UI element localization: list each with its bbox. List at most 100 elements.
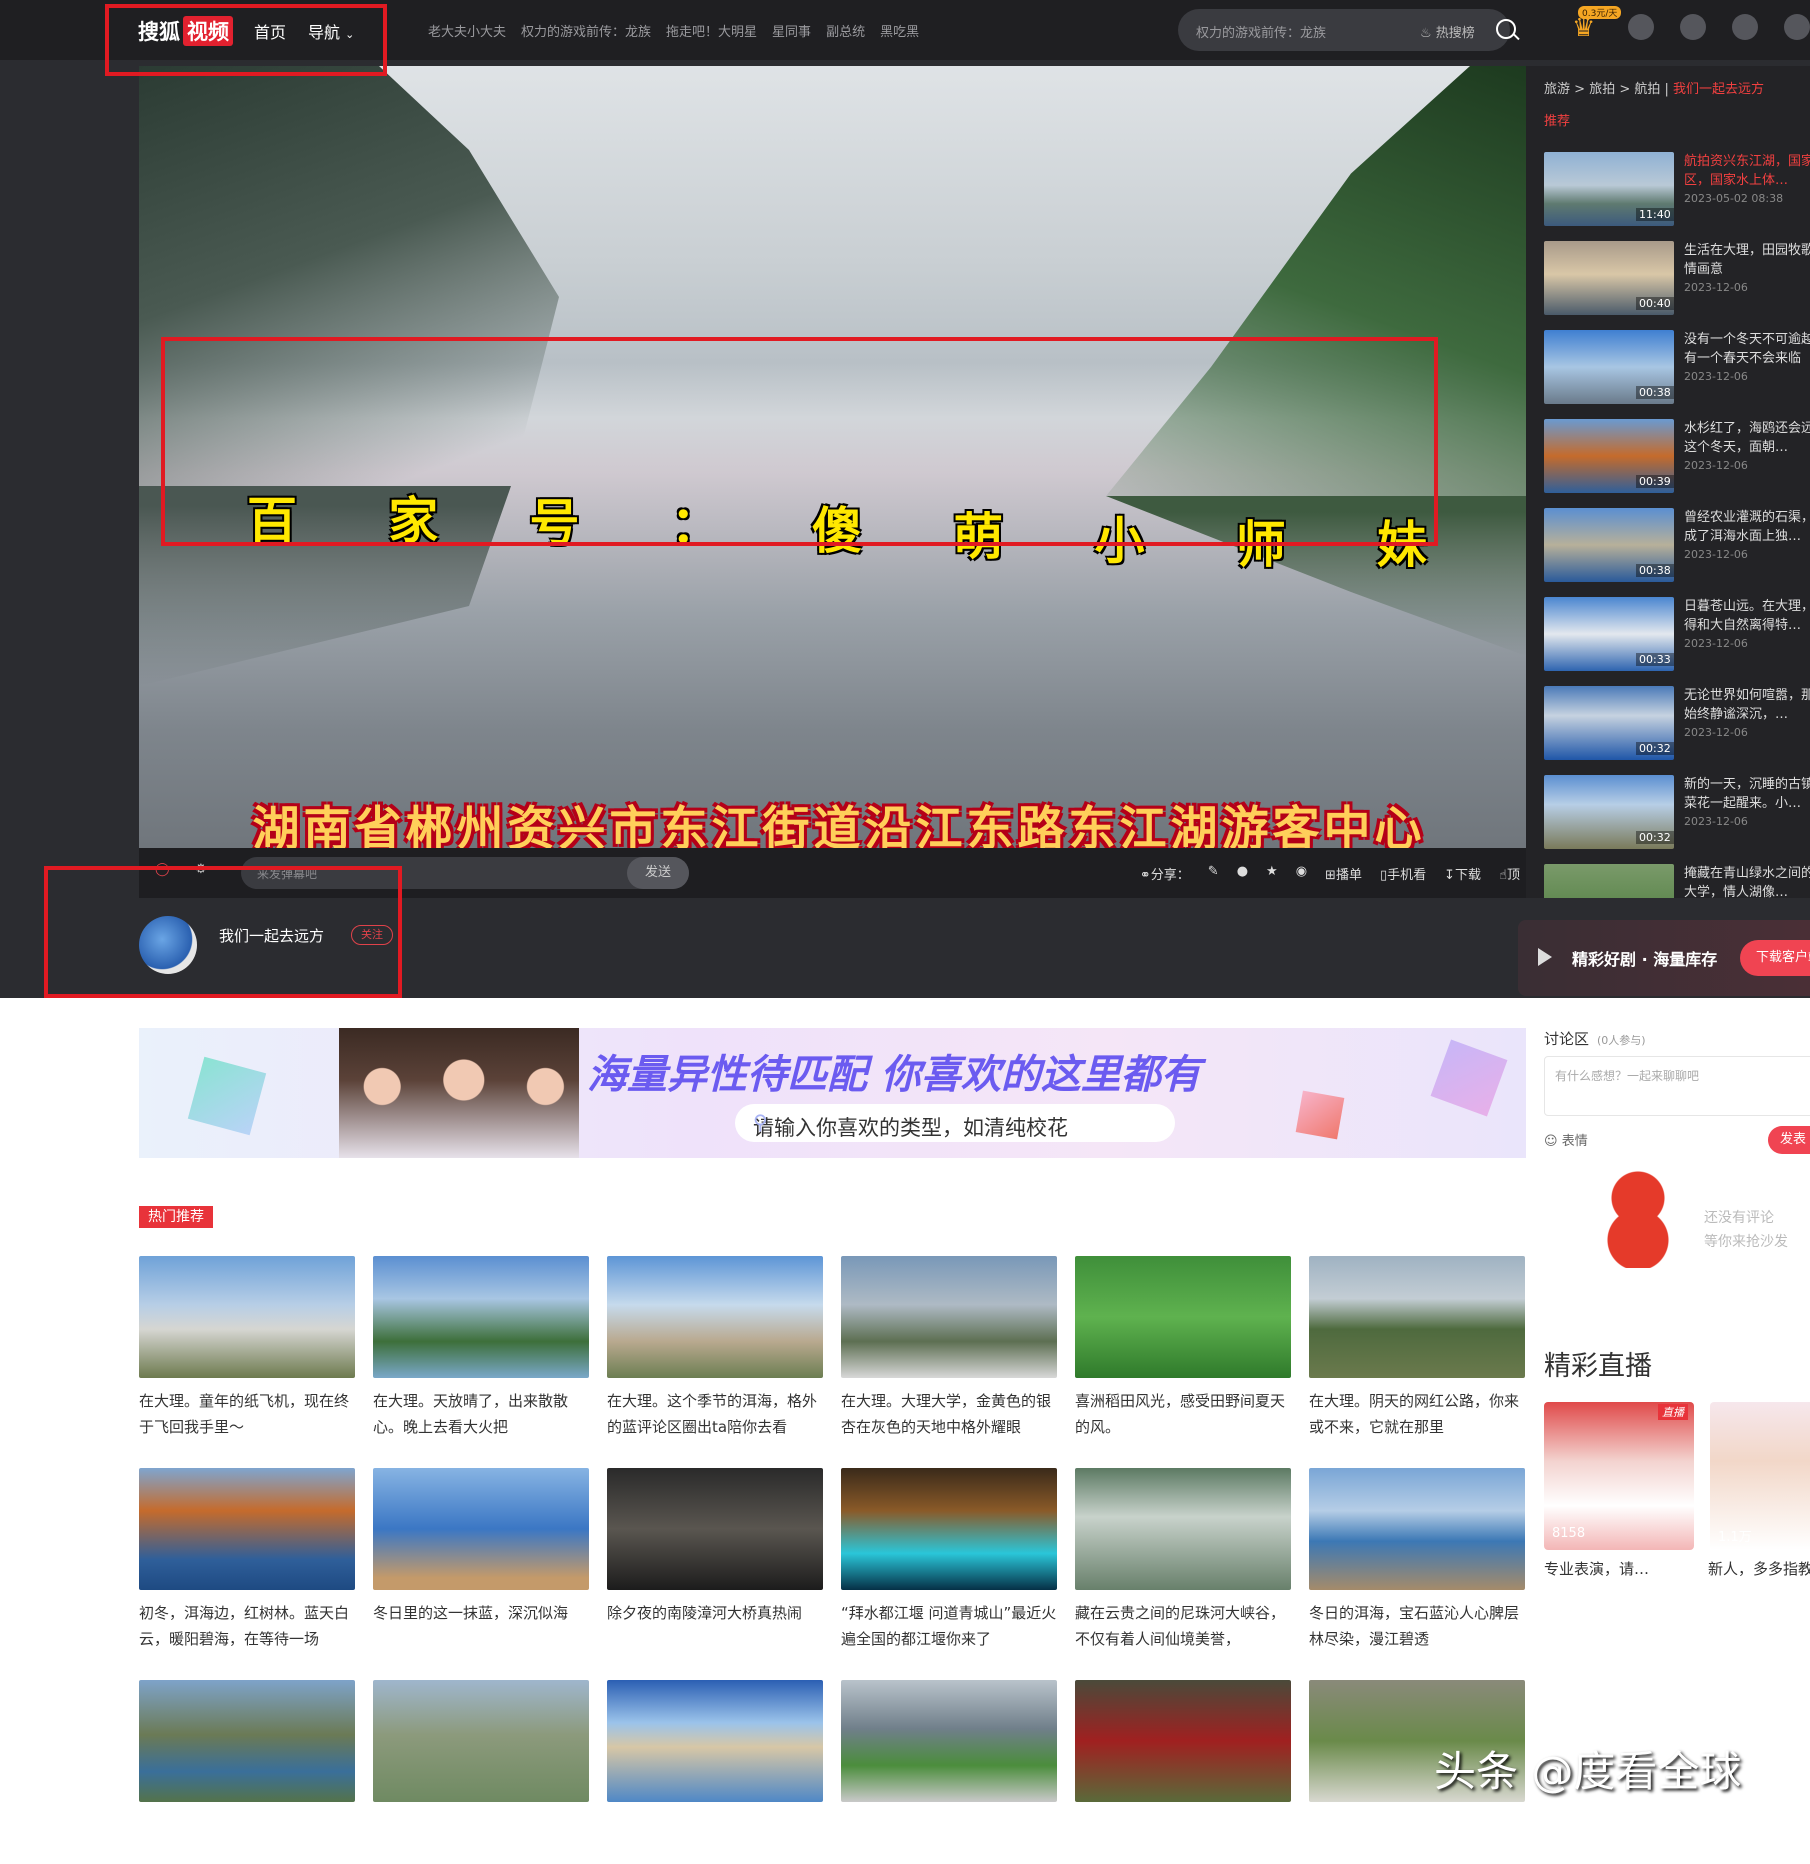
breadcrumb-item[interactable]: 旅游 — [1544, 82, 1570, 97]
list-item-date: 2023-12-06 — [1684, 637, 1748, 650]
wechat-icon[interactable]: ✎ — [1208, 864, 1219, 883]
video-card-title: 在大理。阴天的网红公路，你来或不来，它就在那里 — [1309, 1392, 1520, 1436]
video-card[interactable] — [841, 1680, 1057, 1864]
hot-link[interactable]: 老大夫小大夫 — [428, 21, 506, 40]
duration-badge: 00:40 — [1636, 297, 1674, 310]
live-caption[interactable]: 新人，多多指教 — [1708, 1558, 1810, 1579]
banner-search[interactable]: 请输入你喜欢的类型，如清纯校花 ⚲ — [735, 1104, 1175, 1142]
video-card[interactable] — [139, 1680, 355, 1864]
live-card[interactable]: 1.1万 — [1710, 1402, 1810, 1550]
thumbs-up-icon: ☝ — [1499, 868, 1507, 883]
video-thumbnail — [607, 1256, 823, 1378]
search-icon[interactable] — [1496, 19, 1516, 39]
video-card[interactable]: 冬日的洱海，宝石蓝沁人心脾层林尽染，漫江碧透 — [1309, 1468, 1525, 1652]
emoji-button[interactable]: ☺ 表情 — [1544, 1130, 1588, 1149]
publish-button[interactable]: 发表 — [1768, 1126, 1810, 1154]
hot-link[interactable]: 拖走吧！大明星 — [666, 21, 757, 40]
list-item[interactable]: 00:39 水杉红了，海鸥还会远吗？这个冬天，面朝… 2023-12-06 — [1544, 419, 1810, 508]
download-icon: ↧ — [1444, 868, 1456, 883]
video-card[interactable]: 藏在云贵之间的尼珠河大峡谷，不仅有着人间仙境美誉， — [1075, 1468, 1291, 1652]
video-card[interactable]: 除夕夜的南陵漳河大桥真热闹 — [607, 1468, 823, 1652]
play-icon — [1538, 948, 1552, 966]
discussion-title: 讨论区 (0人参与) — [1544, 1028, 1646, 1049]
video-card[interactable]: 在大理。大理大学，金黄色的银杏在灰色的天地中格外耀眼 — [841, 1256, 1057, 1440]
mobile-button[interactable]: ▯手机看 — [1380, 864, 1426, 883]
video-card[interactable]: 在大理。阴天的网红公路，你来或不来，它就在那里 — [1309, 1256, 1525, 1440]
video-card-title: 藏在云贵之间的尼珠河大峡谷，不仅有着人间仙境美誉， — [1075, 1604, 1286, 1648]
playlist-button[interactable]: ⊞播单 — [1325, 864, 1362, 883]
live-viewers: 1.1万 — [1718, 1530, 1752, 1545]
video-card-title: 在大理。童年的纸飞机，现在终于飞回我手里～ — [139, 1392, 350, 1436]
download-button[interactable]: ↧下载 — [1444, 864, 1481, 883]
like-label: 顶 — [1506, 868, 1520, 883]
hot-link[interactable]: 副总统 — [826, 21, 865, 40]
duration-badge: 00:33 — [1636, 653, 1674, 666]
video-card-title — [139, 1812, 355, 1864]
qzone-icon[interactable]: ★ — [1266, 864, 1278, 883]
channel-link[interactable]: 我们一起去远方 — [1673, 82, 1764, 97]
emoji-label: 表情 — [1561, 1134, 1588, 1149]
list-item[interactable]: 00:38 没有一个冬天不可逾越，没有一个春天不会来临 2023-12-06 — [1544, 330, 1810, 419]
list-item[interactable]: 00:40 生活在大理，田园牧歌，诗情画意 2023-12-06 — [1544, 241, 1810, 330]
breadcrumb-item[interactable]: 旅拍 — [1589, 82, 1615, 97]
video-card[interactable]: 喜洲稻田风光，感受田野间夏天的风。 — [1075, 1256, 1291, 1440]
video-thumbnail — [1075, 1680, 1291, 1802]
hot-link[interactable]: 权力的游戏前传：龙族 — [521, 21, 651, 40]
video-card-title: 冬日里的这一抹蓝，深沉似海 — [373, 1604, 569, 1622]
upload-icon[interactable] — [1680, 14, 1706, 40]
list-item[interactable]: 00:32 无论世界如何喧嚣，那抹蓝始终静谧深沉，… 2023-12-06 — [1544, 686, 1810, 775]
hot-search-link[interactable]: ♨ 热搜榜 — [1420, 22, 1475, 41]
list-item[interactable]: 00:33 日暮苍山远。在大理，总觉得和大自然离得特… 2023-12-06 — [1544, 597, 1810, 686]
search-box[interactable]: 权力的游戏前传：龙族 ♨ 热搜榜 — [1178, 9, 1516, 51]
list-item[interactable]: 00:38 曾经农业灌溉的石渠，如今成了洱海水面上独… 2023-12-06 — [1544, 508, 1810, 597]
comment-input[interactable]: 有什么感想？一起来聊聊吧 — [1544, 1056, 1810, 1116]
video-card[interactable]: “拜水都江堰 问道青城山”最近火遍全国的都江堰你来了 — [841, 1468, 1057, 1652]
list-item-title: 生活在大理，田园牧歌，诗情画意 — [1684, 243, 1810, 277]
qq-icon[interactable]: ● — [1237, 864, 1248, 883]
breadcrumb-item[interactable]: 航拍 — [1634, 82, 1660, 97]
breadcrumb: 旅游 > 旅拍 > 航拍 | 我们一起去远方 — [1544, 82, 1765, 97]
history-icon[interactable] — [1628, 14, 1654, 40]
video-card[interactable]: 在大理。童年的纸飞机，现在终于飞回我手里～ — [139, 1256, 355, 1440]
app-promo: 精彩好剧 · 海量库存 下载客户端 — [1518, 920, 1810, 996]
live-caption[interactable]: 专业表演，请… — [1544, 1558, 1649, 1579]
banner-decoration — [1430, 1039, 1508, 1117]
video-card[interactable]: 初冬，洱海边，红树林。蓝天白云，暖阳碧海，在等待一场 — [139, 1468, 355, 1652]
video-card[interactable]: 在大理。这个季节的洱海，格外的蓝评论区圈出ta陪你去看 — [607, 1256, 823, 1440]
video-card-title: 在大理。这个季节的洱海，格外的蓝评论区圈出ta陪你去看 — [607, 1392, 818, 1436]
video-card[interactable] — [607, 1680, 823, 1864]
smiley-icon: ☺ — [1544, 1134, 1558, 1149]
video-card[interactable] — [1075, 1680, 1291, 1864]
search-input[interactable]: 权力的游戏前传：龙族 — [1196, 22, 1326, 41]
danmu-send-button[interactable]: 发送 — [627, 857, 689, 889]
duration-badge: 00:32 — [1636, 831, 1674, 844]
no-comment-line: 等你来抢沙发 — [1704, 1234, 1788, 1250]
hot-link[interactable]: 星同事 — [772, 21, 811, 40]
no-comment-text: 还没有评论 等你来抢沙发 — [1704, 1206, 1788, 1254]
video-card[interactable] — [373, 1680, 589, 1864]
video-card[interactable]: 冬日里的这一抹蓝，深沉似海 — [373, 1468, 589, 1652]
video-card-title: 在大理。大理大学，金黄色的银杏在灰色的天地中格外耀眼 — [841, 1392, 1052, 1436]
like-button[interactable]: ☝顶 — [1499, 864, 1520, 883]
user-icon[interactable] — [1784, 14, 1810, 40]
hot-link[interactable]: 黑吃黑 — [880, 21, 919, 40]
weibo-icon[interactable]: ◉ — [1296, 864, 1307, 883]
list-item-date: 2023-12-06 — [1684, 815, 1748, 828]
video-card-title: 除夕夜的南陵漳河大桥真热闹 — [607, 1604, 803, 1622]
vip-price-badge: 0.3元/天 — [1578, 6, 1622, 19]
list-item[interactable]: 掩藏在青山绿水之间的大理大学，情人湖像… — [1544, 864, 1810, 898]
list-item-title: 日暮苍山远。在大理，总觉得和大自然离得特… — [1684, 599, 1810, 633]
share-button[interactable]: ⚭分享： — [1140, 864, 1190, 883]
video-card-title: 喜洲稻田风光，感受田野间夏天的风。 — [1075, 1392, 1286, 1436]
video-card[interactable]: 在大理。天放晴了，出来散散心。晚上去看大火把 — [373, 1256, 589, 1440]
list-item[interactable]: 11:40 航拍资兴东江湖，国家级景区，国家水上体… 2023-05-02 08:3… — [1544, 152, 1810, 241]
list-item[interactable]: 00:32 新的一天，沉睡的古镇和油菜花一起醒来。小… 2023-12-06 — [1544, 775, 1810, 864]
tab-recommend[interactable]: 推荐 — [1544, 110, 1570, 129]
video-card-title — [841, 1812, 1057, 1864]
ad-banner[interactable]: 海量异性待匹配 你喜欢的这里都有 请输入你喜欢的类型，如清纯校花 ⚲ — [139, 1028, 1526, 1158]
hot-video-grid: 在大理。童年的纸飞机，现在终于飞回我手里～ 在大理。天放晴了，出来散散心。晚上去… — [139, 1256, 1526, 1864]
download-client-button[interactable]: 下载客户端 — [1740, 940, 1810, 976]
message-icon[interactable] — [1732, 14, 1758, 40]
video-thumbnail — [139, 1256, 355, 1378]
live-card[interactable]: 直播 8158 — [1544, 1402, 1694, 1550]
